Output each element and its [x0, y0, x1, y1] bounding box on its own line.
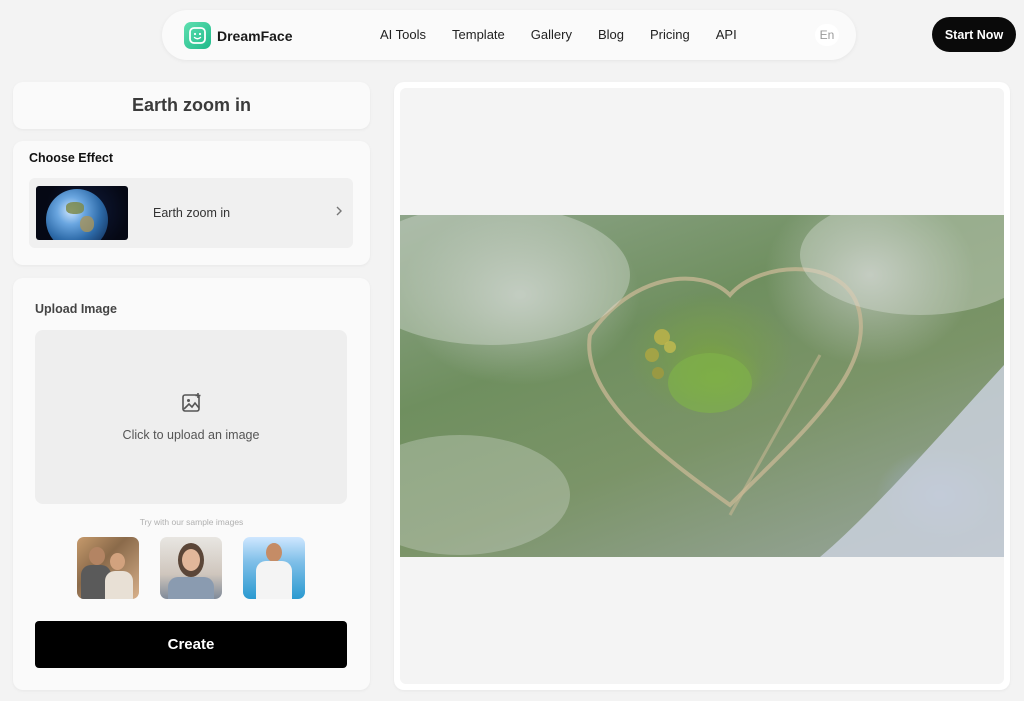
- upload-card: Upload Image Click to upload an image Tr…: [13, 278, 370, 690]
- top-navigation: DreamFace AI Tools Template Gallery Blog…: [162, 10, 856, 60]
- nav-ai-tools[interactable]: AI Tools: [380, 27, 426, 42]
- choose-effect-label: Choose Effect: [29, 151, 114, 165]
- language-switcher[interactable]: En: [815, 24, 839, 46]
- nav-template[interactable]: Template: [452, 27, 505, 42]
- nav-pricing[interactable]: Pricing: [650, 27, 690, 42]
- sample-image-man[interactable]: [243, 537, 305, 599]
- logo-face-icon: [184, 22, 211, 49]
- brand-logo[interactable]: DreamFace: [184, 22, 293, 49]
- nav-blog[interactable]: Blog: [598, 27, 624, 42]
- effect-title-card: Earth zoom in: [13, 82, 370, 129]
- create-button[interactable]: Create: [35, 621, 347, 668]
- upload-image-label: Upload Image: [35, 302, 117, 316]
- preview-area: [400, 88, 1004, 684]
- page-title: Earth zoom in: [131, 95, 251, 115]
- add-image-icon: [182, 393, 201, 412]
- image-upload-dropzone[interactable]: Click to upload an image: [35, 330, 347, 504]
- sample-images-hint: Try with our sample images: [139, 517, 244, 527]
- brand-name: DreamFace: [217, 27, 293, 44]
- nav-links: AI Tools Template Gallery Blog Pricing A…: [380, 27, 763, 42]
- preview-video[interactable]: [400, 215, 1004, 557]
- effect-selector[interactable]: Earth zoom in: [29, 178, 353, 248]
- nav-gallery[interactable]: Gallery: [531, 27, 572, 42]
- chevron-right-icon: [335, 204, 343, 220]
- preview-panel: [394, 82, 1010, 690]
- sample-image-woman[interactable]: [160, 537, 222, 599]
- upload-instruction: Click to upload an image: [122, 428, 260, 442]
- start-now-button[interactable]: Start Now: [932, 17, 1016, 52]
- selected-effect-label: Earth zoom in: [153, 206, 231, 220]
- nav-api[interactable]: API: [716, 27, 737, 42]
- earth-effect-thumbnail: [36, 186, 128, 240]
- sample-image-couple[interactable]: [77, 537, 139, 599]
- choose-effect-card: Choose Effect Earth zoom in: [13, 141, 370, 265]
